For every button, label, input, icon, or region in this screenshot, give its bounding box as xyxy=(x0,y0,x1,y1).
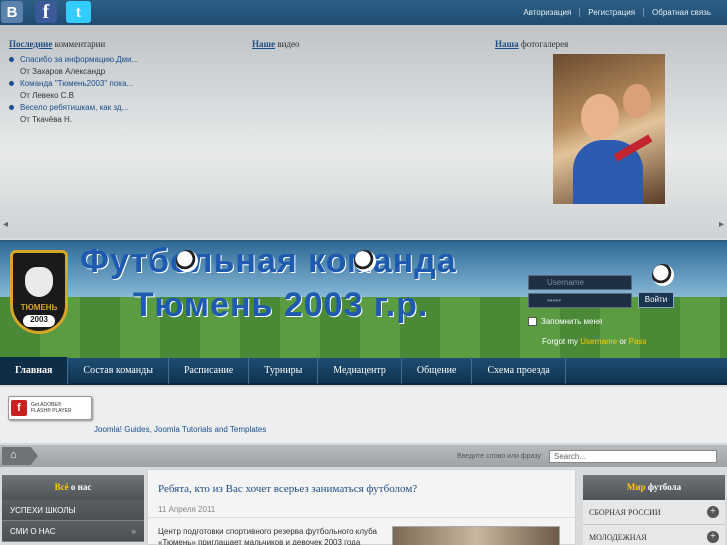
search-input[interactable]: Search... xyxy=(549,450,717,463)
forgot-password-link[interactable]: Pass xyxy=(629,337,647,346)
nav-schedule[interactable]: Расписание xyxy=(169,357,250,384)
login-form: Username ••••• Войти Запомнить меня Forg… xyxy=(504,273,684,353)
divider xyxy=(148,517,575,518)
comments-title-rest: комментарии xyxy=(54,39,106,49)
gallery-photo[interactable] xyxy=(553,54,665,204)
sidebar-item-label: СМИ О НАС xyxy=(10,527,56,536)
sidebar-item-achievements[interactable]: УСПЕХИ ШКОЛЫ xyxy=(2,500,144,521)
remember-checkbox[interactable] xyxy=(528,317,537,326)
forgot-or: or xyxy=(619,337,627,346)
photo-title-rest: фотогалерея xyxy=(520,39,569,49)
right-sidebar-title: Мир футбола xyxy=(583,475,725,500)
comment-link[interactable]: Команда "Тюмень2003" пока... xyxy=(9,79,239,88)
sidebar-item-label: МОЛОДЕЖНАЯ xyxy=(589,533,647,542)
logo-year: 2003 xyxy=(23,315,55,327)
home-icon: ⌂ xyxy=(10,449,17,461)
comments-module-title: Последние комментарии xyxy=(9,39,105,49)
scroll-left-icon[interactable]: ◂ xyxy=(3,219,8,230)
home-button[interactable]: ⌂ xyxy=(2,447,38,465)
sidebar-item-press[interactable]: СМИ О НАС » xyxy=(2,521,144,542)
comment-item: Команда "Тюмень2003" пока... От Левеко С… xyxy=(9,79,239,100)
nav-directions[interactable]: Схема проезда xyxy=(472,357,566,384)
comment-item: Спасибо за информацию.Дми... От Захаров … xyxy=(9,55,239,76)
forgot-links: Forgot my Username or Pass xyxy=(542,337,647,346)
flash-area: f Get ADOBE® FLASH® PLAYER Joomla! Guide… xyxy=(0,387,727,443)
comment-link[interactable]: Спасибо за информацию.Дми... xyxy=(9,55,239,64)
header-banner: ТЮМЕНЬ 2003 Футбольная команда Тюмень 20… xyxy=(0,240,727,358)
team-logo[interactable]: ТЮМЕНЬ 2003 xyxy=(10,250,68,334)
password-input[interactable]: ••••• xyxy=(528,293,632,308)
right-head-bold: Мир xyxy=(626,482,646,492)
article-title[interactable]: Ребята, кто из Вас хочет всерьез занимат… xyxy=(158,483,417,495)
flash-line2: FLASH® PLAYER xyxy=(31,408,72,414)
nav-community[interactable]: Общение xyxy=(402,357,473,384)
nav-home[interactable]: Главная xyxy=(0,357,69,384)
article-text: Центр подготовки спортивного резерва фут… xyxy=(158,527,377,545)
left-sidebar: Всё о нас УСПЕХИ ШКОЛЫ СМИ О НАС » xyxy=(2,475,144,545)
top-bar: B f t Авторизация Регистрация Обратная с… xyxy=(0,0,727,25)
feedback-link[interactable]: Обратная связь xyxy=(643,8,719,17)
video-title-bold[interactable]: Наше xyxy=(252,39,275,49)
video-title-rest: видео xyxy=(277,39,300,49)
login-button[interactable]: Войти xyxy=(638,292,674,308)
comment-author: От Ткачёва Н. xyxy=(20,115,73,124)
ball-icon xyxy=(354,250,376,272)
sidebar-item-label: УСПЕХИ ШКОЛЫ xyxy=(10,506,76,515)
register-link[interactable]: Регистрация xyxy=(579,8,643,17)
left-head-bold: Всё xyxy=(54,482,69,492)
banner-title-line2: Тюмень 2003 г.р. xyxy=(133,286,429,324)
remember-label: Запомнить меня xyxy=(541,317,603,326)
nav-media[interactable]: Медиацентр xyxy=(318,357,402,384)
remember-me[interactable]: Запомнить меня xyxy=(528,317,602,326)
comment-author: От Левеко С.В xyxy=(20,91,75,100)
logo-text: ТЮМЕНЬ xyxy=(20,303,58,312)
article-date: 11 Апреля 2011 xyxy=(158,505,216,514)
facebook-icon[interactable]: f xyxy=(35,1,57,23)
scroll-right-icon[interactable]: ▸ xyxy=(719,219,724,230)
search-label: Введите слово или фразу xyxy=(457,453,541,460)
comment-author: От Захаров Александр xyxy=(20,67,106,76)
sidebar-item-youth-team[interactable]: МОЛОДЕЖНАЯ + xyxy=(583,525,725,545)
login-link[interactable]: Авторизация xyxy=(515,8,579,17)
left-sidebar-title: Всё о нас xyxy=(2,475,144,500)
chevron-right-icon: » xyxy=(131,527,136,536)
article: Ребята, кто из Вас хочет всерьез занимат… xyxy=(147,469,576,545)
left-head-rest: о нас xyxy=(70,482,92,492)
breadcrumb-bar: ⌂ Введите слово или фразу Search... xyxy=(0,445,727,467)
comments-list: Спасибо за информацию.Дми... От Захаров … xyxy=(9,55,239,127)
joomla-link[interactable]: Joomla! Guides, Joomla Tutorials and Tem… xyxy=(94,425,266,434)
twitter-icon[interactable]: t xyxy=(66,1,91,23)
vk-icon[interactable]: B xyxy=(1,1,23,23)
comment-item: Весело ребятишкам, как зд... От Ткачёва … xyxy=(9,103,239,124)
flash-text: Get ADOBE® FLASH® PLAYER xyxy=(31,402,72,414)
sidebar-item-national-team[interactable]: СБОРНАЯ РОССИИ + xyxy=(583,500,725,525)
plus-icon[interactable]: + xyxy=(707,506,719,518)
get-flash-button[interactable]: f Get ADOBE® FLASH® PLAYER xyxy=(8,396,92,420)
username-input[interactable]: Username xyxy=(528,275,632,290)
photo-title-bold[interactable]: Наша xyxy=(495,39,519,49)
nav-tournaments[interactable]: Турниры xyxy=(249,357,319,384)
wolf-icon xyxy=(25,267,53,297)
flash-icon: f xyxy=(11,400,27,416)
comments-title-bold[interactable]: Последние xyxy=(9,39,52,49)
ball-icon xyxy=(176,250,198,272)
right-sidebar: Мир футбола СБОРНАЯ РОССИИ + МОЛОДЕЖНАЯ … xyxy=(583,475,725,545)
forgot-prefix: Forgot my xyxy=(542,337,579,346)
article-image xyxy=(392,526,560,545)
top-links: Авторизация Регистрация Обратная связь xyxy=(515,8,719,17)
upper-modules: Последние комментарии Наше видео Наша фо… xyxy=(0,25,727,238)
main-nav: Главная Состав команды Расписание Турнир… xyxy=(0,357,727,385)
forgot-username-link[interactable]: Username xyxy=(580,337,617,346)
sidebar-item-label: СБОРНАЯ РОССИИ xyxy=(589,508,661,517)
right-head-rest: футбола xyxy=(647,482,682,492)
plus-icon[interactable]: + xyxy=(707,531,719,543)
comment-link[interactable]: Весело ребятишкам, как зд... xyxy=(9,103,239,112)
photo-module-title: Наша фотогалерея xyxy=(495,39,568,49)
video-module-title: Наше видео xyxy=(252,39,299,49)
nav-team[interactable]: Состав команды xyxy=(68,357,169,384)
banner-title-line1: Футбольная команда xyxy=(80,242,457,280)
